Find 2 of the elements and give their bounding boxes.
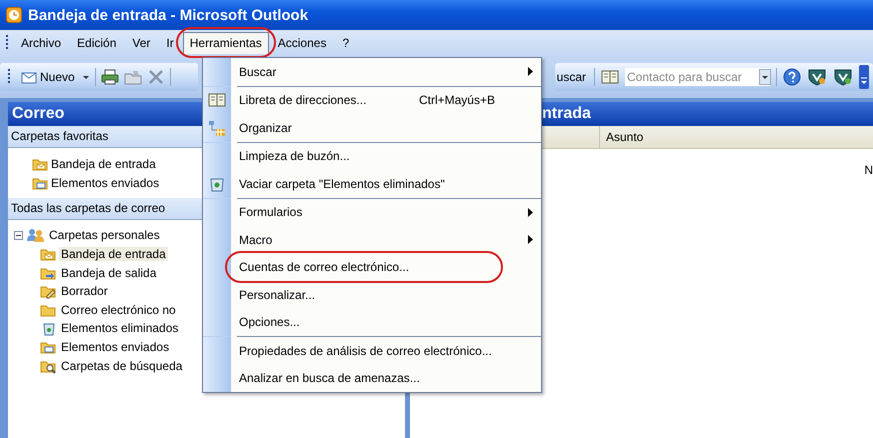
empty-list-message: N	[864, 163, 873, 177]
window-title: Bandeja de entrada - Microsoft Outlook	[28, 6, 308, 24]
